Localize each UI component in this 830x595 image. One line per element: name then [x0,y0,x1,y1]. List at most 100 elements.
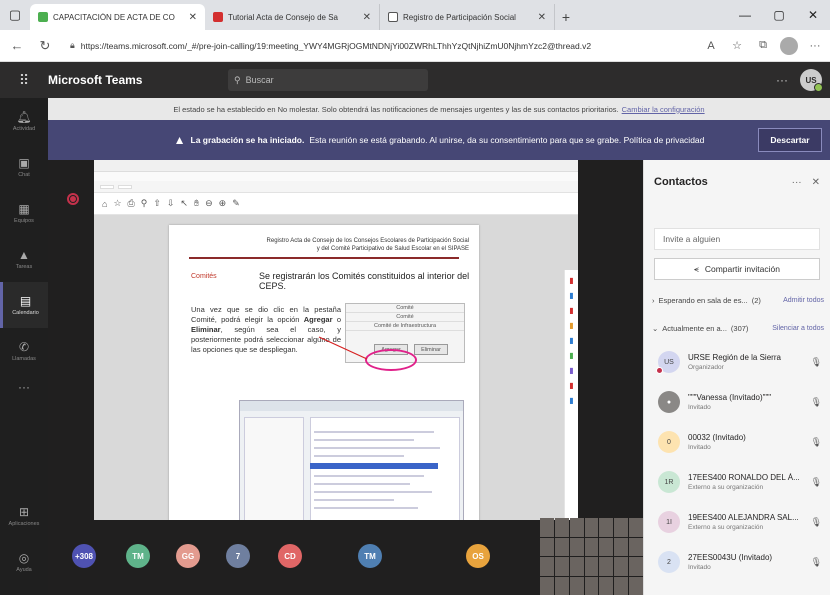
more-apps-icon[interactable]: ··· [0,380,48,394]
mic-muted-icon[interactable]: 🎙︎ [811,477,822,488]
admit-all-link[interactable]: Admitir todos [783,297,824,304]
tab-title: Tutorial Acta de Consejo de Sa [228,12,338,22]
close-tab-icon[interactable]: ✕ [363,12,371,23]
rail-item-tareas[interactable]: ▲ Tareas [0,236,48,282]
mute-all-link[interactable]: Silenciar a todos [772,325,824,332]
mic-muted-icon[interactable]: 🎙︎ [811,397,822,408]
change-settings-link[interactable]: Cambiar la configuración [622,105,705,114]
rail-item-ayuda[interactable]: ◎ Ayuda [0,539,48,585]
video-gallery [540,518,643,595]
tab-title: Registro de Participación Social [403,12,516,22]
pdf-cursor-icon: ↖ [180,198,188,208]
participant-avatar[interactable]: OS [466,544,490,568]
pdf-page: Registro Acta de Consejo de los Consejos… [169,225,479,520]
pdf-side-tools: ▮ ▮ ▮ ▮ ▮ ▮ ▮ ▮ ▮ [564,270,578,520]
browser-tab-0[interactable]: CAPACITACIÓN DE ACTA DE CO ✕ [30,4,205,30]
pdf-zoom-in-icon: ⊕ [218,198,227,208]
teams-header: ⠿ Microsoft Teams ⚲ Buscar ··· US [0,62,830,98]
invite-input[interactable]: Invite a alguien [654,228,820,250]
pdf-down-icon: ⇩ [166,198,175,208]
recording-banner-title: La grabación se ha iniciado. [190,135,305,145]
panel-more-icon[interactable]: ··· [792,177,802,188]
close-tab-icon[interactable]: ✕ [189,12,197,23]
share-invite-label: Compartir invitación [704,264,780,274]
app-title: Microsoft Teams [48,73,143,87]
list-item[interactable]: 2 27EES0043U (Invitado) Invitado 🎙︎ [644,542,830,582]
pdf-toolbar: ⌂ ☆ ⎙ ⚲ ⇧ ⇩ ↖ ✋︎ ⊖ ⊕ ✎ [94,193,578,215]
phone-icon: ✆ [18,340,30,354]
page-favicon-icon [388,12,398,22]
recording-badge-icon [656,367,663,374]
url-text: https://teams.microsoft.com/_#/pre-join-… [80,40,592,51]
in-meeting-section[interactable]: ⌄ Actualmente en a... (307) Silenciar a … [644,318,830,338]
bell-icon: 🔔︎ [16,110,32,124]
participant-avatar[interactable]: GG [176,544,200,568]
participant-avatar[interactable]: 7 [226,544,250,568]
close-window-icon[interactable]: ✕ [796,0,830,30]
read-aloud-icon[interactable]: A [702,37,720,55]
back-icon[interactable]: ← [6,35,28,57]
avatar: ● [658,391,680,413]
maximize-icon[interactable]: ▢ [762,0,796,30]
user-avatar[interactable]: US [800,69,823,92]
shared-tabs [94,181,578,193]
mic-muted-icon[interactable]: 🎙︎ [811,357,822,368]
pdf-print-icon: ⎙ [127,198,135,208]
list-item[interactable]: 1R 17EES400 RONALDO DEL Á... Externo a s… [644,462,830,502]
pdf-home-icon: ⌂ [102,198,108,209]
participant-list: US URSE Región de la Sierra Organizador … [644,342,830,582]
search-box[interactable]: ⚲ Buscar [228,69,428,91]
rail-item-equipos[interactable]: ▦ Equipos [0,190,48,236]
profile-icon[interactable] [780,36,798,55]
doc-embedded-screenshot [239,400,464,520]
shared-menubar [94,172,578,181]
shared-window-titlebar [94,160,578,172]
mic-muted-icon[interactable]: 🎙︎ [811,557,822,568]
tab-actions-icon[interactable]: ▢ [0,0,30,30]
dismiss-button[interactable]: Descartar [758,128,822,152]
reload-icon[interactable]: ↻ [34,35,56,57]
rail-item-aplicaciones[interactable]: ⊞ Aplicaciones [0,493,48,539]
rail-item-actividad[interactable]: 🔔︎ Actividad [0,98,48,144]
participant-avatar[interactable]: TM [358,544,382,568]
minimize-icon[interactable]: — [728,0,762,30]
waiting-lobby-section[interactable]: › Esperando en sala de es... (2) Admitir… [644,290,830,310]
pdf-comment-icon: ✎ [232,198,240,208]
mic-muted-icon[interactable]: 🎙︎ [811,437,822,448]
pdf-search-icon: ⚲ [140,198,148,208]
mic-muted-icon[interactable]: 🎙︎ [811,517,822,528]
help-icon: ◎ [18,551,30,565]
pdf-up-icon: ⇧ [153,198,161,208]
apps-icon: ⊞ [18,505,30,519]
panel-close-icon[interactable]: ✕ [812,177,820,188]
teams-icon: ▦ [18,202,30,216]
rail-item-llamadas[interactable]: ✆ Llamadas [0,328,48,374]
person-icon: ● [666,398,672,406]
overflow-participants-avatar[interactable]: +308 [72,544,96,568]
calendar-icon: ▤ [19,294,32,308]
list-item[interactable]: 0 00032 (Invitado) Invitado 🎙︎ [644,422,830,462]
list-item[interactable]: 1I 19EES400 ALEJANDRA SAL... Externo a s… [644,502,830,542]
favorite-star-icon[interactable]: ☆ [728,37,746,55]
search-icon: ⚲ [234,74,241,85]
participant-avatar[interactable]: CD [278,544,302,568]
search-placeholder: Buscar [245,75,274,85]
browser-tab-1[interactable]: Tutorial Acta de Consejo de Sa ✕ [205,4,380,30]
participant-avatar[interactable]: TM [126,544,150,568]
list-item[interactable]: ● """Vanessa (Invitado)""" Invitado 🎙︎ [644,382,830,422]
rail-item-chat[interactable]: ▣ Chat [0,144,48,190]
url-field[interactable]: 🔒︎ https://teams.microsoft.com/_#/pre-jo… [62,34,696,58]
list-item[interactable]: US URSE Región de la Sierra Organizador … [644,342,830,382]
collections-icon[interactable]: ⧉ [754,37,772,55]
browser-tab-bar: ▢ CAPACITACIÓN DE ACTA DE CO ✕ Tutorial … [0,0,830,30]
rail-item-calendario[interactable]: ▤ Calendario [0,282,48,328]
browser-tab-2[interactable]: Registro de Participación Social ✕ [380,4,555,30]
recording-banner: ▲ La grabación se ha iniciado. Esta reun… [48,120,830,160]
new-tab-icon[interactable]: + [555,4,577,30]
browser-menu-icon[interactable]: ··· [806,37,824,55]
more-options-icon[interactable]: ··· [776,73,788,87]
app-launcher-icon[interactable]: ⠿ [0,62,48,98]
close-tab-icon[interactable]: ✕ [538,12,546,23]
avatar: 1R [658,471,680,493]
share-invite-button[interactable]: ⪪ Compartir invitación [654,258,820,280]
